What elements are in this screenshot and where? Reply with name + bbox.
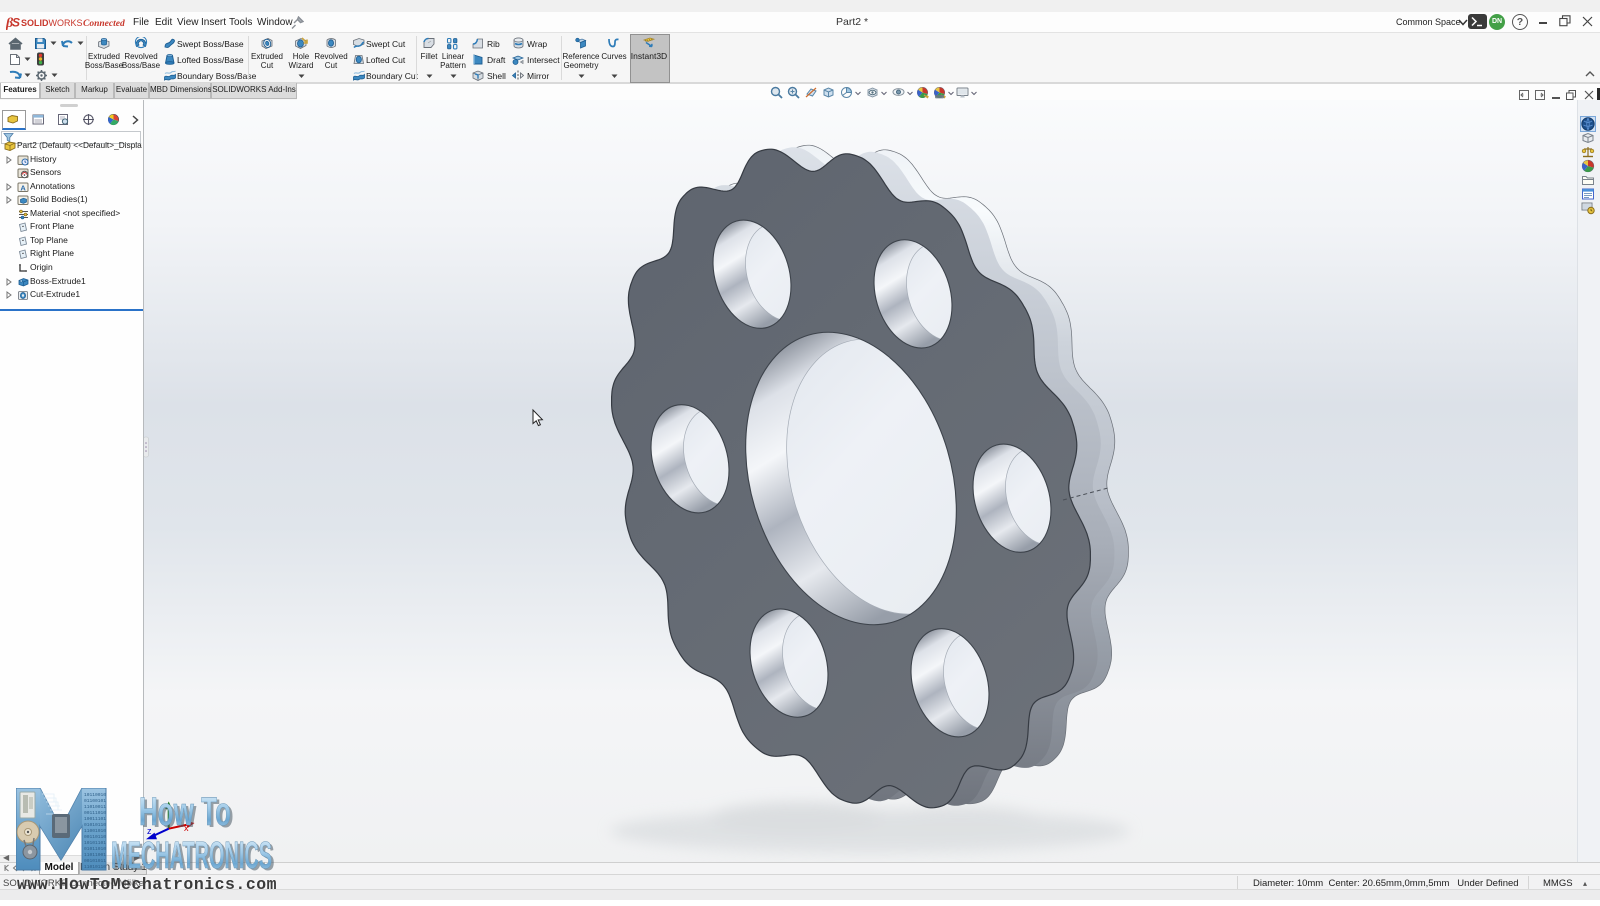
svg-text:SOLIDWORKS: SOLIDWORKS (21, 18, 83, 28)
svg-text:00110110: 00110110 (84, 834, 106, 840)
svg-text:00111010: 00111010 (84, 810, 106, 816)
svg-text:11001010: 11001010 (84, 828, 106, 834)
svg-text:10011101: 10011101 (84, 816, 106, 822)
svg-text:Connected: Connected (83, 19, 125, 29)
svg-text:A: A (20, 183, 26, 192)
svg-text:11010011: 11010011 (84, 804, 106, 810)
svg-text:MECHATRONICS: MECHATRONICS (111, 835, 272, 877)
svg-text:11010110: 11010110 (84, 864, 106, 870)
svg-text:10101101: 10101101 (84, 840, 106, 846)
svg-text:How To: How To (139, 790, 231, 834)
svg-text:10110010: 10110010 (84, 792, 106, 798)
svg-text:00101011: 00101011 (84, 858, 106, 864)
svg-text:01100101: 01100101 (84, 798, 106, 804)
svg-text:01010110: 01010110 (84, 822, 106, 828)
svg-text:01011010: 01011010 (84, 846, 106, 852)
svg-text:11011001: 11011001 (84, 852, 106, 858)
svg-text:S: S (12, 16, 20, 30)
